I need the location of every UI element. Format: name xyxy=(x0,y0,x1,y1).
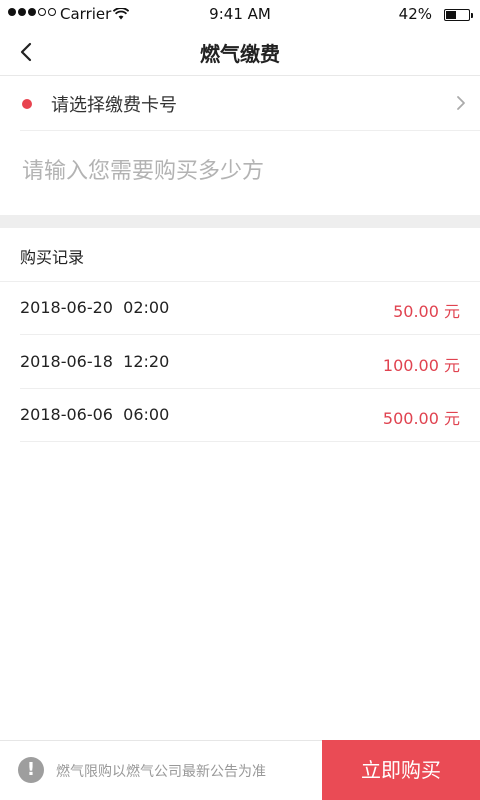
status-bar: Carrier 9:41 AM 42% xyxy=(0,0,480,30)
record-row: 2018-06-20 02:00 50.00 元 xyxy=(20,282,480,335)
exclamation-icon: ! xyxy=(18,757,44,783)
record-amount: 500.00 元 xyxy=(382,409,460,428)
record-date: 2018-06-20 02:00 xyxy=(20,298,170,317)
battery-percentage: 42% xyxy=(398,5,432,23)
page-title: 燃气缴费 xyxy=(200,42,280,66)
record-date: 2018-06-06 06:00 xyxy=(20,405,170,424)
record-amount: 50.00 元 xyxy=(393,302,460,321)
battery-icon xyxy=(444,9,473,21)
chevron-right-icon xyxy=(456,95,466,115)
gas-amount-input[interactable] xyxy=(22,148,462,194)
required-indicator-dot xyxy=(22,99,32,109)
record-row: 2018-06-06 06:00 500.00 元 xyxy=(20,389,480,442)
record-date: 2018-06-18 12:20 xyxy=(20,352,170,371)
record-row: 2018-06-18 12:20 100.00 元 xyxy=(20,336,480,389)
card-number-label: 请选择缴费卡号 xyxy=(51,95,177,116)
buy-now-button[interactable]: 立即购买 xyxy=(322,740,480,800)
section-divider xyxy=(0,215,480,228)
purchase-records-title: 购买记录 xyxy=(20,248,85,267)
record-amount: 100.00 元 xyxy=(382,356,460,375)
purchase-limit-notice: 燃气限购以燃气公司最新公告为准 xyxy=(56,764,266,780)
bottom-bar: ! 燃气限购以燃气公司最新公告为准 立即购买 xyxy=(0,740,480,800)
navigation-bar: 燃气缴费 xyxy=(0,30,480,76)
card-number-selector[interactable]: 请选择缴费卡号 xyxy=(20,77,480,131)
